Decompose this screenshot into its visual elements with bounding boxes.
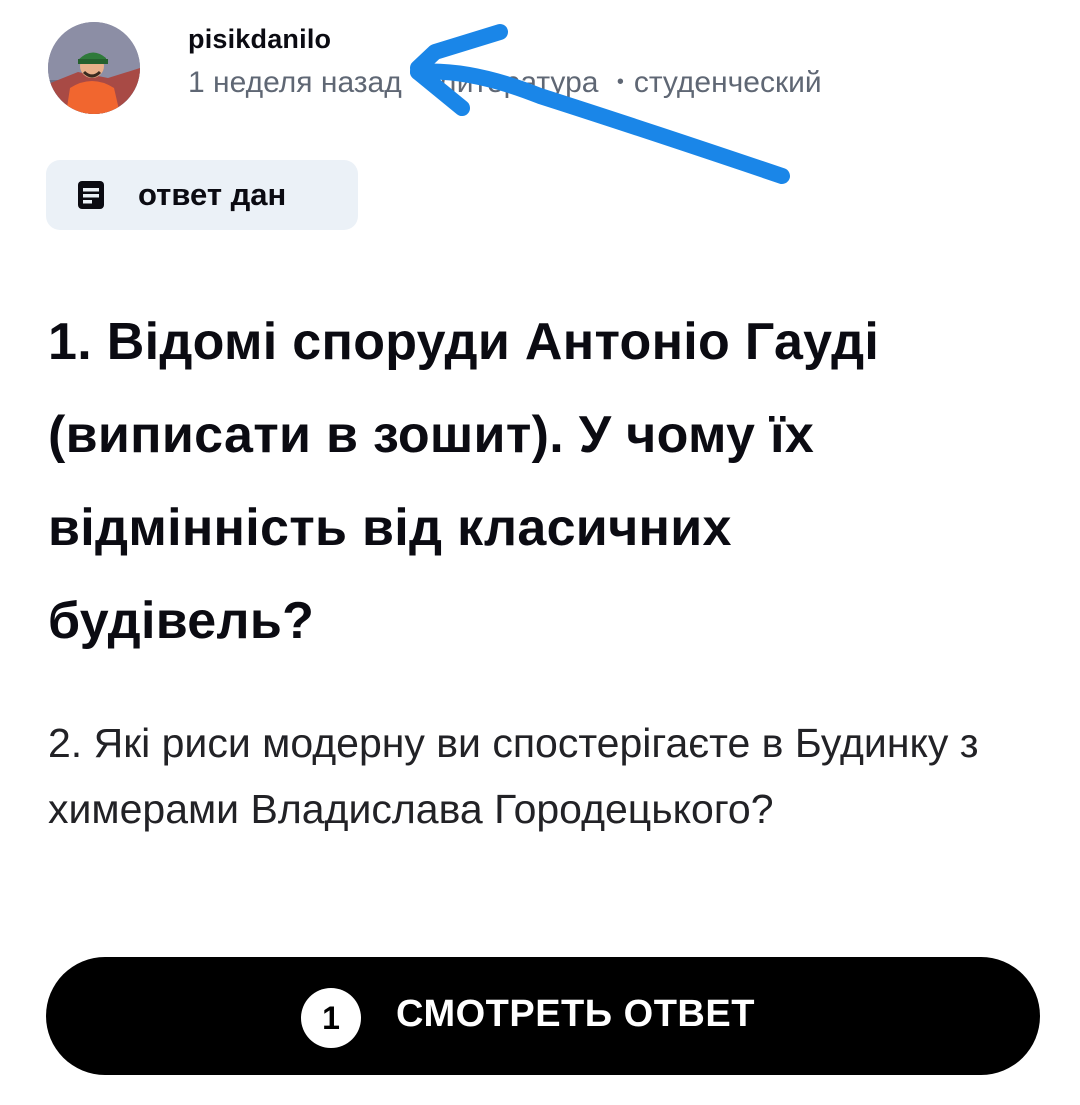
status-badge-label: ответ дан (138, 177, 287, 212)
meta-separator: • (420, 71, 428, 93)
status-badge: ответ дан (46, 160, 358, 230)
question-body: 2. Які риси модерну ви спостерігаєте в Б… (48, 720, 979, 832)
author-username[interactable]: pisikdanilo (188, 24, 331, 55)
time-ago: 1 неделя назад (188, 66, 402, 99)
question-meta: 1 неделя назад • Литература • студенческий (188, 66, 822, 100)
avatar-image (48, 22, 140, 114)
level-label: студенческий (633, 66, 822, 99)
meta-separator: • (616, 71, 624, 93)
answer-count-badge: 1 (301, 988, 361, 1048)
question-header: pisikdanilo 1 неделя назад • Литература •… (48, 20, 1048, 120)
question-title: 1. Відомі споруди Антоніо Гауді (виписат… (48, 313, 880, 650)
document-icon (78, 181, 104, 209)
subject-link[interactable]: Литература (437, 66, 598, 99)
view-answer-label: СМОТРЕТЬ ОТВЕТ (396, 993, 755, 1035)
view-answer-button[interactable]: 1 СМОТРЕТЬ ОТВЕТ (46, 957, 1040, 1075)
user-avatar-icon[interactable] (48, 22, 140, 114)
